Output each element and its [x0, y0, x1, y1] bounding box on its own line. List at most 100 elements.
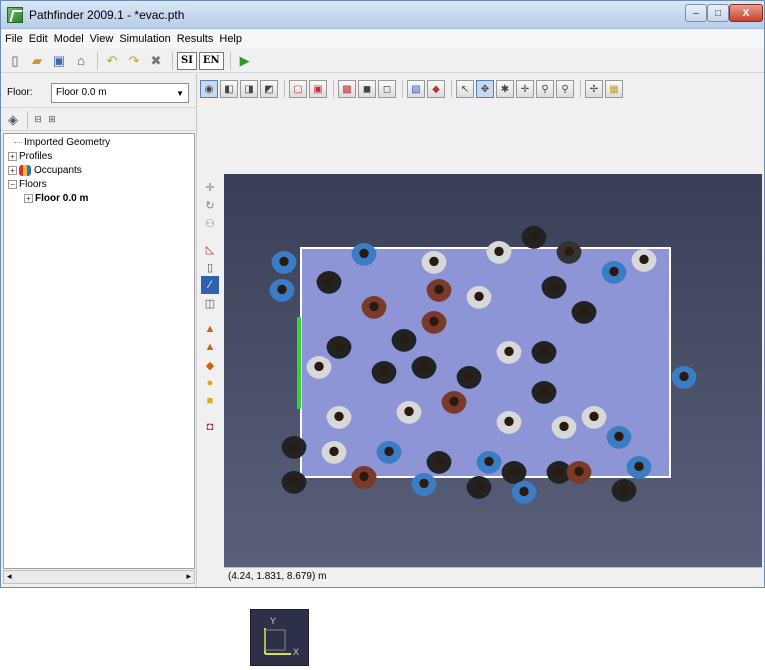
occupant-figure[interactable] — [626, 456, 652, 482]
occupant-figure[interactable] — [581, 406, 607, 432]
occupant-figure[interactable] — [441, 391, 467, 417]
draw-room-icon[interactable]: ◺ — [201, 240, 219, 258]
draw-rectangle-icon[interactable]: ▯ — [201, 258, 219, 276]
occupant-figure[interactable] — [306, 356, 332, 382]
zoom-box-icon[interactable]: ⚲ — [556, 80, 574, 98]
occupant-figure[interactable] — [601, 261, 627, 287]
zoom-extents-icon[interactable]: ▦ — [605, 80, 623, 98]
expand-all-icon[interactable]: ⊞ — [46, 110, 58, 130]
occupant-figure[interactable] — [496, 411, 522, 437]
zoom-tool-icon[interactable]: ⚲ — [536, 80, 554, 98]
menu-view[interactable]: View — [90, 33, 114, 45]
open-folder-icon[interactable]: ▰ — [27, 51, 47, 71]
mirror-icon[interactable]: ⚇ — [201, 214, 219, 232]
expand-icon[interactable]: + — [24, 194, 33, 203]
collapse-all-icon[interactable]: ⊟ — [32, 110, 44, 130]
occupants-multi-icon[interactable]: ■ — [201, 392, 219, 410]
si-units-button[interactable]: SI — [177, 51, 197, 70]
en-units-button[interactable]: EN — [198, 51, 224, 70]
center-icon[interactable]: ✢ — [585, 80, 603, 98]
add-occupant-icon[interactable]: ▲ — [201, 320, 219, 338]
tree-item-occupants[interactable]: + Occupants — [8, 164, 82, 177]
occupant-figure[interactable] — [531, 341, 557, 367]
import-icon[interactable]: ⌂ — [71, 51, 91, 71]
pan-tool-icon[interactable]: ✛ — [516, 80, 534, 98]
occupant-figure[interactable] — [361, 296, 387, 322]
filter-icon[interactable]: ◈ — [5, 110, 21, 130]
menu-help[interactable]: Help — [219, 33, 242, 45]
occupant-figure[interactable] — [271, 251, 297, 277]
solid-icon[interactable]: ▣ — [309, 80, 327, 98]
occupant-figure[interactable] — [551, 416, 577, 442]
occupant-figure[interactable] — [541, 276, 567, 302]
add-group-icon[interactable]: ▲ — [201, 338, 219, 356]
occupant-figure[interactable] — [571, 301, 597, 327]
close-button[interactable]: X — [729, 4, 763, 22]
occupant-figure[interactable] — [426, 451, 452, 477]
outline-icon[interactable]: ◻ — [378, 80, 396, 98]
occupant-figure[interactable] — [486, 241, 512, 267]
occupant-figure[interactable] — [411, 356, 437, 382]
measure-icon[interactable]: ◘ — [201, 418, 219, 436]
draw-door-icon[interactable]: ⁄ — [201, 276, 219, 294]
tree-item-floors[interactable]: − Floors — [8, 178, 47, 191]
wireframe-icon[interactable]: ▢ — [289, 80, 307, 98]
occupant-figure[interactable] — [531, 381, 557, 407]
occupant-figure[interactable] — [556, 241, 582, 267]
occupant-tool-icon[interactable]: ◆ — [201, 356, 219, 374]
iso-view-icon[interactable]: ◧ — [220, 80, 238, 98]
roam-tool-icon[interactable]: ✱ — [496, 80, 514, 98]
expand-icon[interactable]: + — [8, 152, 17, 161]
occupant-figure[interactable] — [421, 251, 447, 277]
collapse-icon[interactable]: − — [8, 180, 17, 189]
occupant-figure[interactable] — [321, 441, 347, 467]
maximize-button[interactable]: □ — [707, 4, 729, 22]
3d-viewport[interactable]: Y X — [224, 174, 762, 666]
delete-icon[interactable]: ✖ — [146, 51, 166, 71]
title-bar[interactable]: Pathfinder 2009.1 - *evac.pth – □ X — [1, 1, 764, 29]
select-tool-icon[interactable]: ↖ — [456, 80, 474, 98]
occupant-figure[interactable] — [281, 436, 307, 462]
show-occupants-icon[interactable]: ◆ — [427, 80, 445, 98]
occupant-figure[interactable] — [496, 341, 522, 367]
shade-icon[interactable]: ◼ — [358, 80, 376, 98]
occupant-figure[interactable] — [326, 336, 352, 362]
draw-stair-icon[interactable]: ◫ — [201, 294, 219, 312]
occupant-figure[interactable] — [396, 401, 422, 427]
occupant-figure[interactable] — [269, 279, 295, 305]
occupant-figure[interactable] — [631, 249, 657, 275]
occupant-figure[interactable] — [671, 366, 697, 392]
texture-icon[interactable]: ▩ — [338, 80, 356, 98]
occupant-figure[interactable] — [351, 243, 377, 269]
tree-item-profiles[interactable]: + Profiles — [8, 150, 52, 163]
expand-icon[interactable]: + — [8, 166, 17, 175]
run-simulation-icon[interactable]: ▶ — [235, 51, 255, 71]
floor-dropdown[interactable]: Floor 0.0 m ▼ — [51, 83, 189, 103]
undo-icon[interactable]: ↶ — [102, 51, 122, 71]
menu-simulation[interactable]: Simulation — [119, 33, 170, 45]
rotate-icon[interactable]: ↻ — [201, 196, 219, 214]
occupant-figure[interactable] — [281, 471, 307, 497]
occupant-figure[interactable] — [466, 476, 492, 502]
orbit-tool-icon[interactable]: ✥ — [476, 80, 494, 98]
occupant-figure[interactable] — [566, 461, 592, 487]
save-icon[interactable]: ▣ — [49, 51, 69, 71]
new-file-icon[interactable]: ▯ — [5, 51, 25, 71]
show-geometry-icon[interactable]: ▧ — [407, 80, 425, 98]
horizontal-scrollbar[interactable]: ◂ ▸ — [3, 570, 195, 584]
reset-view-icon[interactable]: ◉ — [200, 80, 218, 98]
occupant-figure[interactable] — [371, 361, 397, 387]
menu-file[interactable]: File — [5, 33, 23, 45]
occupant-figure[interactable] — [316, 271, 342, 297]
occupant-figure[interactable] — [476, 451, 502, 477]
occupant-figure[interactable] — [466, 286, 492, 312]
exit-door[interactable] — [297, 317, 301, 409]
occupant-figure[interactable] — [421, 311, 447, 337]
occupant-figure[interactable] — [521, 226, 547, 252]
tree-item-imported-geometry[interactable]: Imported Geometry — [14, 136, 110, 149]
occupant-figure[interactable] — [426, 279, 452, 305]
scroll-left-icon[interactable]: ◂ — [7, 571, 12, 582]
occupant-figure[interactable] — [456, 366, 482, 392]
top-view-icon[interactable]: ◨ — [240, 80, 258, 98]
occupant-figure[interactable] — [376, 441, 402, 467]
